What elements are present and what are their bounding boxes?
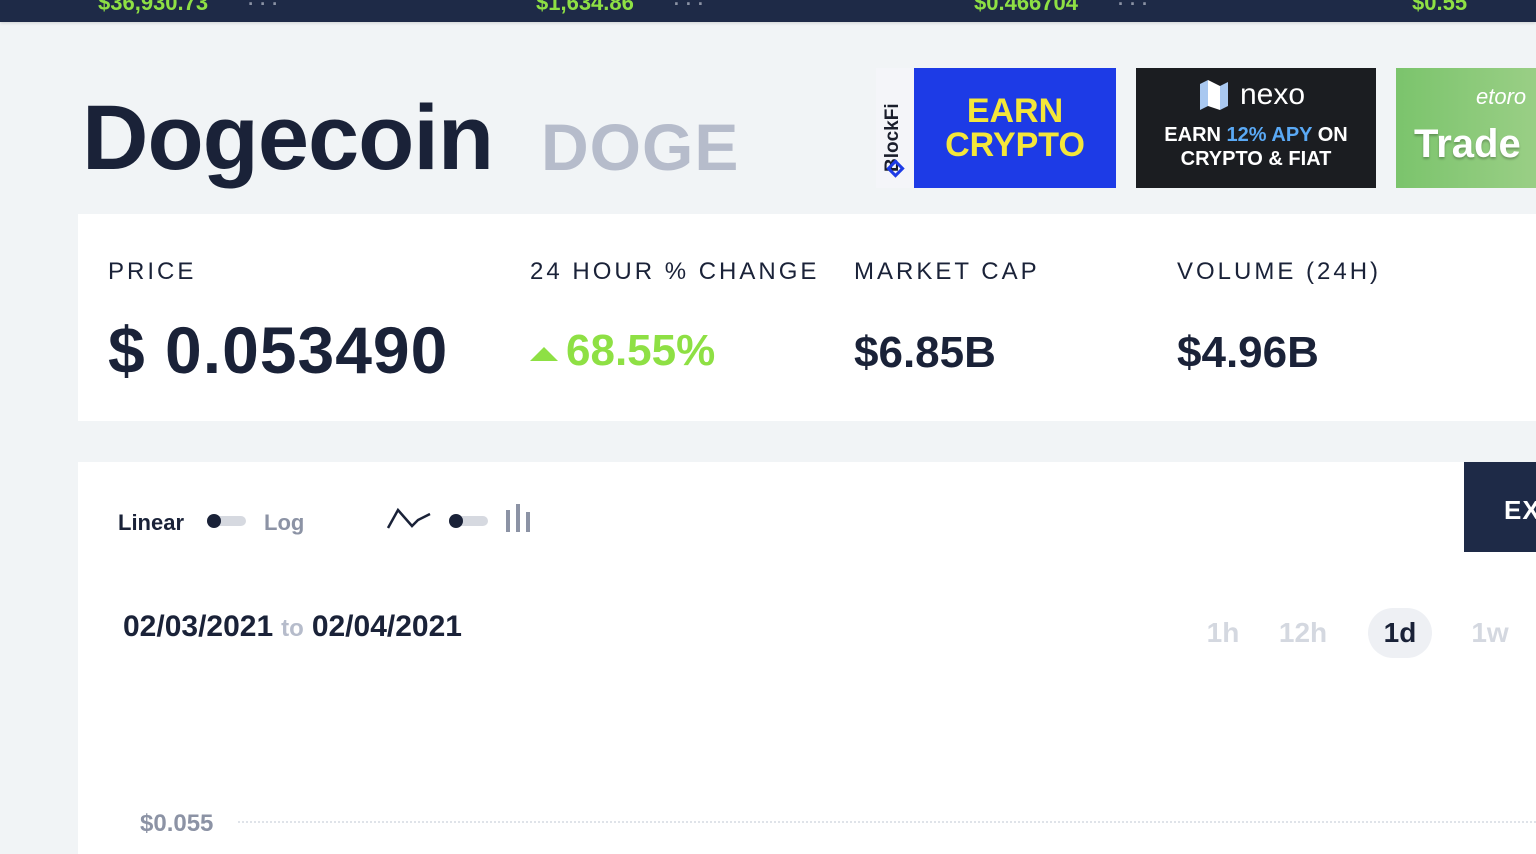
up-arrow-icon bbox=[530, 347, 558, 361]
ticker-price: $36,930.73 bbox=[98, 0, 209, 15]
etoro-ad-banner[interactable]: etoro Trade bbox=[1396, 68, 1536, 188]
toggle-knob bbox=[207, 514, 221, 528]
ticker-item[interactable]: $0.55 bbox=[1412, 0, 1467, 16]
etoro-ad-text: Trade bbox=[1414, 122, 1521, 166]
blockfi-ad-line: CRYPTO bbox=[945, 126, 1085, 164]
blockfi-ad-line: EARN bbox=[966, 92, 1064, 130]
line-chart-icon[interactable] bbox=[386, 506, 432, 532]
change-label: 24 HOUR % CHANGE bbox=[530, 258, 820, 285]
ticker-item[interactable]: $36,930.73 ··· bbox=[98, 0, 284, 16]
y-axis-tick-label: $0.055 bbox=[140, 810, 214, 837]
toggle-knob bbox=[449, 514, 463, 528]
market-cap-label: MARKET CAP bbox=[854, 258, 1040, 285]
change-value: 68.55% bbox=[566, 326, 716, 375]
date-from[interactable]: 02/03/2021 bbox=[123, 610, 273, 643]
volume-label: VOLUME (24H) bbox=[1177, 258, 1382, 285]
ticker-item[interactable]: $0.466704 ··· bbox=[974, 0, 1154, 16]
coin-name: Dogecoin bbox=[82, 87, 494, 189]
ticker-spark-icon: ··· bbox=[248, 0, 285, 14]
ticker-price: $0.466704 bbox=[974, 0, 1078, 15]
nexo-ad-line: EARN 12% APY ON bbox=[1164, 124, 1348, 146]
ticker-price: $0.55 bbox=[1412, 0, 1468, 15]
blockfi-brand-strip: BlockFi bbox=[876, 68, 914, 188]
log-scale-label[interactable]: Log bbox=[264, 510, 304, 536]
nexo-ad-banner[interactable]: nexo EARN 12% APY ON CRYPTO & FIAT bbox=[1136, 68, 1376, 188]
nexo-logo-icon bbox=[1200, 80, 1228, 110]
scale-toggle[interactable] bbox=[207, 514, 246, 528]
date-range[interactable]: 02/03/2021 to 02/04/2021 bbox=[123, 610, 462, 644]
price-ticker-bar: $36,930.73 ··· $1,634.86 ··· $0.466704 ··· … bbox=[0, 0, 1536, 22]
timeframe-1w[interactable]: 1w bbox=[1460, 608, 1520, 658]
date-to[interactable]: 02/04/2021 bbox=[312, 610, 462, 643]
nexo-ad-line: CRYPTO & FIAT bbox=[1180, 148, 1332, 170]
chart-gridline bbox=[238, 821, 1536, 823]
linear-scale-label[interactable]: Linear bbox=[118, 510, 184, 536]
timeframe-1h[interactable]: 1h bbox=[1198, 608, 1248, 658]
ticker-spark-icon: ··· bbox=[1118, 0, 1154, 14]
price-value: $ 0.053490 bbox=[108, 313, 449, 387]
coin-symbol: DOGE bbox=[541, 110, 740, 184]
volume-value: $4.96B bbox=[1177, 328, 1319, 377]
chart-type-toggle[interactable] bbox=[449, 514, 488, 528]
ticker-item[interactable]: $1,634.86 ··· bbox=[536, 0, 710, 16]
etoro-logo: etoro bbox=[1476, 84, 1527, 109]
market-cap-value: $6.85B bbox=[854, 328, 996, 377]
bar-chart-icon[interactable] bbox=[504, 502, 534, 534]
date-range-separator: to bbox=[281, 615, 304, 642]
timeframe-12h[interactable]: 12h bbox=[1270, 608, 1336, 658]
change-indicator: 68.55% bbox=[530, 326, 715, 376]
stats-card: PRICE $ 0.053490 24 HOUR % CHANGE 68.55%… bbox=[78, 214, 1536, 421]
ticker-spark-icon: ··· bbox=[673, 0, 710, 14]
export-button[interactable]: EX bbox=[1464, 462, 1536, 552]
ticker-price: $1,634.86 bbox=[536, 0, 634, 15]
nexo-logo: nexo bbox=[1240, 78, 1306, 111]
price-label: PRICE bbox=[108, 258, 197, 285]
timeframe-1d[interactable]: 1d bbox=[1368, 608, 1432, 658]
chart-card: Linear Log EX 02/03/2021 to 02/04/2021 1h … bbox=[78, 462, 1536, 854]
blockfi-ad-banner[interactable]: BlockFi EARN CRYPTO bbox=[876, 68, 1116, 188]
